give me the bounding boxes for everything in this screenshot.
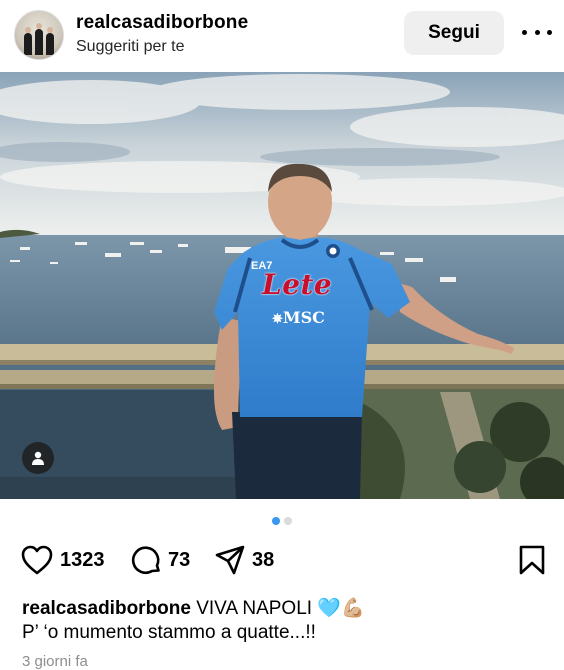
like-count[interactable]: 1323 xyxy=(60,549,105,572)
save-action[interactable] xyxy=(518,540,546,580)
share-action[interactable]: 38 xyxy=(214,540,274,580)
user-tag-icon[interactable] xyxy=(22,442,54,474)
carousel-indicator xyxy=(272,517,292,525)
post-photo[interactable]: EA7 Lete ✵MSC xyxy=(0,72,564,499)
avatar[interactable] xyxy=(14,10,64,60)
bookmark-icon[interactable] xyxy=(518,544,546,576)
suggested-label: Suggeriti per te xyxy=(76,38,185,55)
heart-icon[interactable] xyxy=(20,544,54,576)
caption-line-2: P’ ‘o mumento stammo a quatte...!! xyxy=(22,622,316,643)
comment-icon[interactable] xyxy=(130,544,162,576)
post-header: realcasadiborbone Suggeriti per te Segui xyxy=(0,0,564,72)
post-username[interactable]: realcasadiborbone xyxy=(76,12,248,34)
share-icon[interactable] xyxy=(214,544,246,576)
carousel-dot-active[interactable] xyxy=(272,517,280,525)
more-icon[interactable] xyxy=(522,20,552,44)
follow-button[interactable]: Segui xyxy=(404,11,504,55)
share-count[interactable]: 38 xyxy=(252,549,274,572)
post-timestamp: 3 giorni fa xyxy=(22,653,88,670)
jersey-sponsor-2: ✵MSC xyxy=(272,308,325,327)
caption-username[interactable]: realcasadiborbone xyxy=(22,598,191,619)
jersey-sponsor: Lete xyxy=(262,268,333,301)
like-action[interactable]: 1323 xyxy=(20,540,105,580)
carousel-dot[interactable] xyxy=(284,517,292,525)
comment-count[interactable]: 73 xyxy=(168,549,190,572)
caption-text: VIVA NAPOLI 🩵💪🏼 xyxy=(190,598,365,619)
comment-action[interactable]: 73 xyxy=(130,540,190,580)
caption: realcasadiborbone VIVA NAPOLI 🩵💪🏼 xyxy=(22,596,365,622)
action-bar: 1323 73 38 xyxy=(0,540,564,580)
